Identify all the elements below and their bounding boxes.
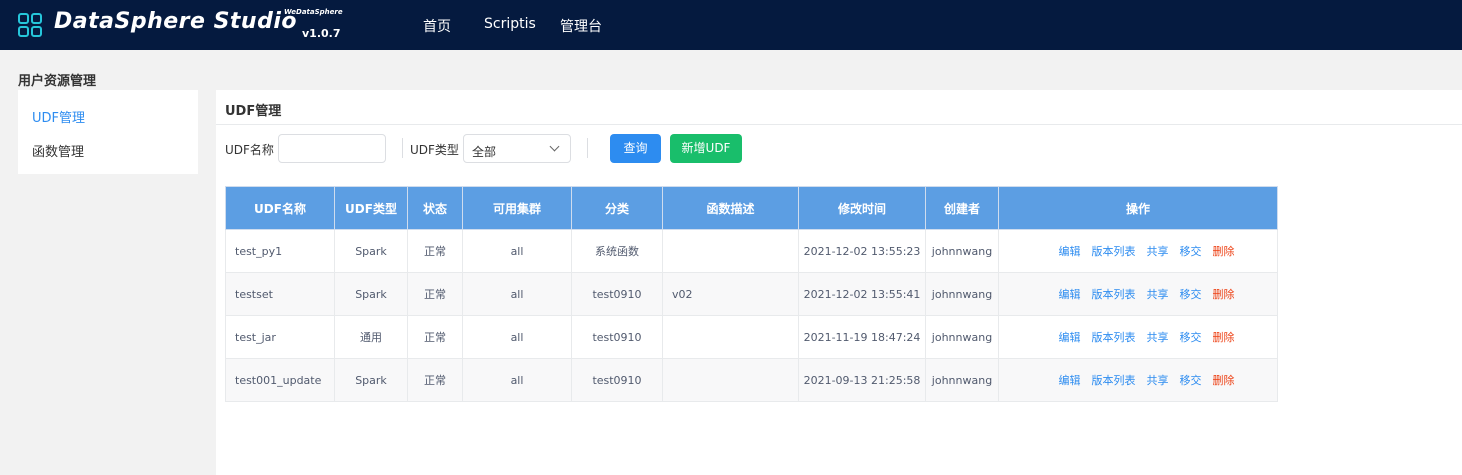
column-header[interactable]: UDF名称 [225, 186, 335, 230]
logo-text: DataSphere Studio [54, 9, 298, 34]
chevron-down-icon [549, 141, 560, 152]
table-row: testset Spark 正常 all test0910 v02 2021-1… [225, 272, 1278, 316]
edit-link[interactable]: 编辑 [1059, 329, 1081, 345]
column-header[interactable]: 可用集群 [462, 186, 572, 230]
cell-udf-type: Spark [334, 229, 408, 273]
delete-link[interactable]: 删除 [1213, 372, 1235, 388]
cell-creator: johnnwang [925, 315, 999, 359]
table-header-row: UDF名称 UDF类型 状态 可用集群 分类 函数描述 修改时间 创建者 操作 [225, 186, 1278, 230]
cell-description: v02 [662, 272, 799, 316]
column-header[interactable]: UDF类型 [334, 186, 408, 230]
cell-modified-time: 2021-12-02 13:55:23 [798, 229, 926, 273]
version-list-link[interactable]: 版本列表 [1092, 286, 1136, 302]
share-link[interactable]: 共享 [1147, 286, 1169, 302]
cell-category: test0910 [571, 315, 663, 359]
share-link[interactable]: 共享 [1147, 372, 1169, 388]
column-header: 操作 [998, 186, 1278, 230]
cell-actions: 编辑 版本列表 共享 移交 删除 [998, 315, 1278, 359]
logo-subtitle: WeDataSphere [284, 8, 343, 16]
version-list-link[interactable]: 版本列表 [1092, 243, 1136, 259]
nav-admin-console[interactable]: 管理台 [560, 16, 602, 36]
cell-category: test0910 [571, 358, 663, 402]
udf-name-input[interactable] [278, 134, 386, 163]
page-title: 用户资源管理 [18, 74, 97, 89]
cell-description [662, 229, 799, 273]
version-list-link[interactable]: 版本列表 [1092, 372, 1136, 388]
udf-type-select[interactable]: 全部 [463, 134, 571, 163]
edit-link[interactable]: 编辑 [1059, 372, 1081, 388]
table-row: test_jar 通用 正常 all test0910 2021-11-19 1… [225, 315, 1278, 359]
cell-modified-time: 2021-11-19 18:47:24 [798, 315, 926, 359]
filter-divider [587, 138, 588, 158]
cell-status: 正常 [407, 229, 463, 273]
cell-actions: 编辑 版本列表 共享 移交 删除 [998, 358, 1278, 402]
table-row: test001_update Spark 正常 all test0910 202… [225, 358, 1278, 402]
cell-udf-name: test_py1 [225, 229, 335, 273]
cell-status: 正常 [407, 272, 463, 316]
column-header[interactable]: 创建者 [925, 186, 999, 230]
main-panel: UDF管理 UDF名称 UDF类型 全部 查询 新增UDF UDF名称 UDF类… [216, 90, 1462, 475]
version-list-link[interactable]: 版本列表 [1092, 329, 1136, 345]
transfer-link[interactable]: 移交 [1180, 286, 1202, 302]
cell-actions: 编辑 版本列表 共享 移交 删除 [998, 229, 1278, 273]
delete-link[interactable]: 删除 [1213, 329, 1235, 345]
cell-description [662, 315, 799, 359]
udf-type-label: UDF类型 [410, 143, 459, 157]
edit-link[interactable]: 编辑 [1059, 243, 1081, 259]
cell-udf-name: testset [225, 272, 335, 316]
cell-udf-type: Spark [334, 358, 408, 402]
udf-table: UDF名称 UDF类型 状态 可用集群 分类 函数描述 修改时间 创建者 操作 … [225, 186, 1278, 402]
cell-creator: johnnwang [925, 358, 999, 402]
column-header[interactable]: 函数描述 [662, 186, 799, 230]
edit-link[interactable]: 编辑 [1059, 286, 1081, 302]
title-divider [216, 124, 1462, 125]
menu-item-udf-management[interactable]: UDF管理 [32, 107, 85, 126]
cell-cluster: all [462, 315, 572, 359]
cell-udf-type: 通用 [334, 315, 408, 359]
top-header: DataSphere Studio WeDataSphere v1.0.7 首页… [0, 0, 1462, 50]
cell-cluster: all [462, 272, 572, 316]
share-link[interactable]: 共享 [1147, 243, 1169, 259]
udf-type-value: 全部 [472, 145, 497, 159]
cell-description [662, 358, 799, 402]
transfer-link[interactable]: 移交 [1180, 329, 1202, 345]
panel-title: UDF管理 [225, 104, 282, 119]
cell-actions: 编辑 版本列表 共享 移交 删除 [998, 272, 1278, 316]
cell-udf-name: test001_update [225, 358, 335, 402]
table-row: test_py1 Spark 正常 all 系统函数 2021-12-02 13… [225, 229, 1278, 273]
delete-link[interactable]: 删除 [1213, 243, 1235, 259]
cell-modified-time: 2021-12-02 13:55:41 [798, 272, 926, 316]
nav-scriptis[interactable]: Scriptis [484, 16, 536, 32]
add-udf-button[interactable]: 新增UDF [670, 134, 742, 163]
column-header[interactable]: 状态 [407, 186, 463, 230]
menu-item-function-management[interactable]: 函数管理 [32, 141, 84, 160]
udf-name-label: UDF名称 [225, 143, 274, 157]
transfer-link[interactable]: 移交 [1180, 243, 1202, 259]
cell-cluster: all [462, 229, 572, 273]
cell-creator: johnnwang [925, 272, 999, 316]
cell-cluster: all [462, 358, 572, 402]
cell-status: 正常 [407, 315, 463, 359]
query-button[interactable]: 查询 [610, 134, 661, 163]
transfer-link[interactable]: 移交 [1180, 372, 1202, 388]
cell-udf-name: test_jar [225, 315, 335, 359]
logo-grid-icon [18, 13, 43, 38]
cell-status: 正常 [407, 358, 463, 402]
delete-link[interactable]: 删除 [1213, 286, 1235, 302]
share-link[interactable]: 共享 [1147, 329, 1169, 345]
cell-udf-type: Spark [334, 272, 408, 316]
left-menu: UDF管理 函数管理 [18, 90, 198, 174]
column-header[interactable]: 修改时间 [798, 186, 926, 230]
cell-category: 系统函数 [571, 229, 663, 273]
filter-divider [402, 138, 403, 158]
cell-category: test0910 [571, 272, 663, 316]
version-label: v1.0.7 [302, 27, 341, 40]
cell-creator: johnnwang [925, 229, 999, 273]
nav-home[interactable]: 首页 [423, 16, 451, 36]
column-header[interactable]: 分类 [571, 186, 663, 230]
cell-modified-time: 2021-09-13 21:25:58 [798, 358, 926, 402]
